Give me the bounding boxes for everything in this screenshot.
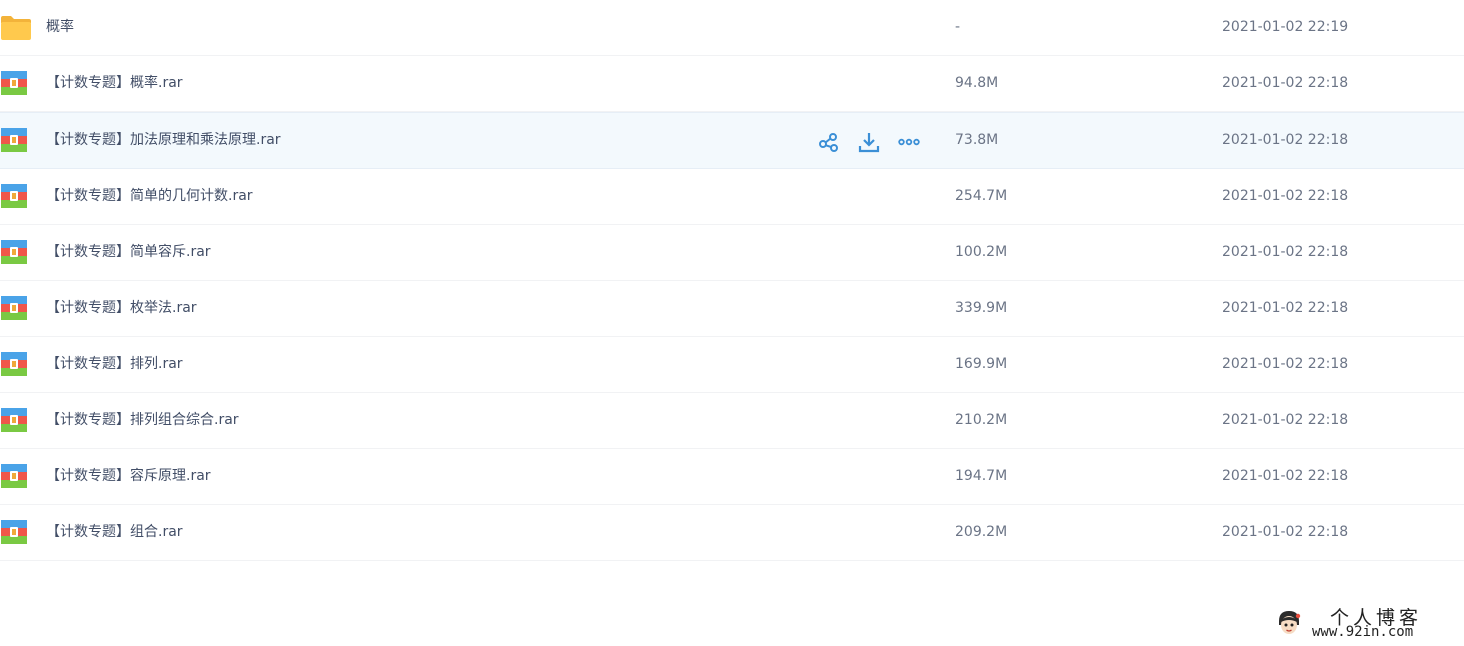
file-row-0[interactable]: 概率 - 2021-01-02 22:19 [0, 0, 1464, 56]
file-modified-time: 2021-01-02 22:19 [1222, 19, 1349, 35]
more-icon[interactable] [898, 131, 920, 153]
watermark-url: www.92in.com [1312, 624, 1414, 640]
file-modified-time: 2021-01-02 22:18 [1222, 75, 1349, 91]
file-modified-time: 2021-01-02 22:18 [1222, 188, 1349, 204]
rar-archive-icon [1, 296, 27, 320]
download-icon[interactable] [858, 131, 880, 153]
share-icon[interactable] [818, 131, 840, 153]
file-row-5[interactable]: 【计数专题】枚举法.rar 339.9M 2021-01-02 22:18 [0, 281, 1464, 337]
file-name[interactable]: 【计数专题】排列组合综合.rar [46, 393, 239, 448]
file-row-6[interactable]: 【计数专题】排列.rar 169.9M 2021-01-02 22:18 [0, 337, 1464, 393]
row-actions [818, 131, 920, 153]
rar-archive-icon [1, 352, 27, 376]
file-size: 254.7M [955, 188, 1008, 204]
file-row-3[interactable]: 【计数专题】简单的几何计数.rar 254.7M 2021-01-02 22:1… [0, 169, 1464, 225]
file-name[interactable]: 概率 [46, 0, 74, 55]
file-size: - [955, 19, 961, 35]
file-row-7[interactable]: 【计数专题】排列组合综合.rar 210.2M 2021-01-02 22:18 [0, 393, 1464, 449]
file-size: 73.8M [955, 132, 999, 148]
rar-archive-icon [1, 408, 27, 432]
file-name[interactable]: 【计数专题】排列.rar [46, 337, 183, 392]
file-row-8[interactable]: 【计数专题】容斥原理.rar 194.7M 2021-01-02 22:18 [0, 449, 1464, 505]
rar-archive-icon [1, 520, 27, 544]
file-modified-time: 2021-01-02 22:18 [1222, 524, 1349, 540]
file-name[interactable]: 【计数专题】组合.rar [46, 505, 183, 560]
file-name[interactable]: 【计数专题】容斥原理.rar [46, 449, 211, 504]
file-size: 100.2M [955, 244, 1008, 260]
file-modified-time: 2021-01-02 22:18 [1222, 468, 1349, 484]
rar-archive-icon [1, 184, 27, 208]
rar-archive-icon [1, 71, 27, 95]
rar-archive-icon [1, 240, 27, 264]
file-modified-time: 2021-01-02 22:18 [1222, 244, 1349, 260]
file-size: 194.7M [955, 468, 1008, 484]
file-row-1[interactable]: 【计数专题】概率.rar 94.8M 2021-01-02 22:18 [0, 56, 1464, 112]
file-modified-time: 2021-01-02 22:18 [1222, 300, 1349, 316]
file-list: 概率 - 2021-01-02 22:19 【计数专题】概率.rar 94.8M… [0, 0, 1464, 561]
file-row-9[interactable]: 【计数专题】组合.rar 209.2M 2021-01-02 22:18 [0, 505, 1464, 561]
file-name[interactable]: 【计数专题】加法原理和乘法原理.rar [46, 113, 281, 168]
file-name[interactable]: 【计数专题】简单的几何计数.rar [46, 169, 253, 224]
file-name[interactable]: 【计数专题】概率.rar [46, 56, 183, 111]
folder-icon [1, 15, 31, 40]
file-modified-time: 2021-01-02 22:18 [1222, 412, 1349, 428]
file-size: 94.8M [955, 75, 999, 91]
file-name[interactable]: 【计数专题】枚举法.rar [46, 281, 197, 336]
cartoon-face-icon [1276, 609, 1302, 637]
file-name[interactable]: 【计数专题】简单容斥.rar [46, 225, 211, 280]
file-modified-time: 2021-01-02 22:18 [1222, 132, 1349, 148]
file-row-2[interactable]: 【计数专题】加法原理和乘法原理.rar 73.8M 2021-01-02 22:… [0, 112, 1464, 169]
file-row-4[interactable]: 【计数专题】简单容斥.rar 100.2M 2021-01-02 22:18 [0, 225, 1464, 281]
file-size: 210.2M [955, 412, 1008, 428]
rar-archive-icon [1, 464, 27, 488]
file-modified-time: 2021-01-02 22:18 [1222, 356, 1349, 372]
file-size: 209.2M [955, 524, 1008, 540]
file-size: 339.9M [955, 300, 1008, 316]
file-size: 169.9M [955, 356, 1008, 372]
blog-watermark: 个人博客 www.92in.com [1268, 602, 1458, 642]
rar-archive-icon [1, 128, 27, 152]
